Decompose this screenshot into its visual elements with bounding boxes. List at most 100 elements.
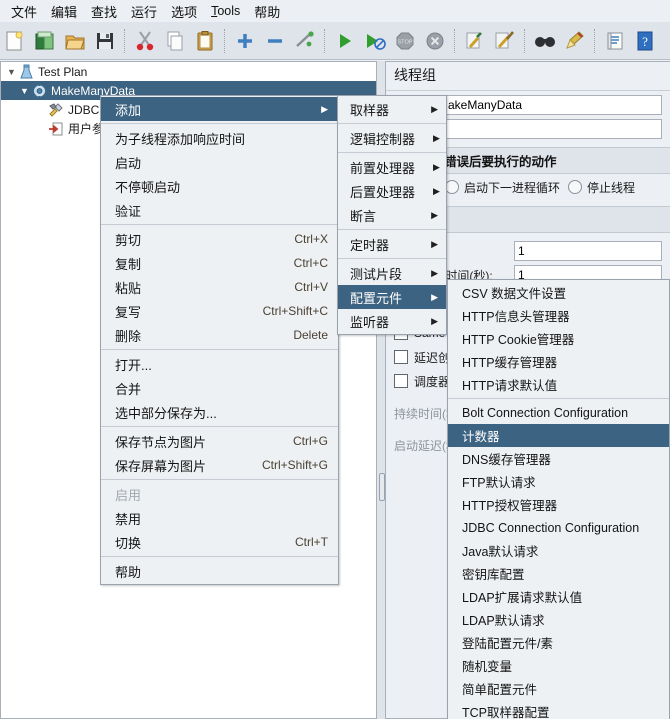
submenu-item-timer[interactable]: 定时器 ▶ xyxy=(338,232,446,256)
svg-text:STOP: STOP xyxy=(397,39,412,45)
shutdown-icon[interactable] xyxy=(420,25,450,57)
menu-options[interactable]: 选项 xyxy=(164,0,204,23)
config-item-label: 密钥库配置 xyxy=(462,568,525,582)
submenu-item-test-fragment[interactable]: 测试片段 ▶ xyxy=(338,261,446,285)
config-item-keystore-configuration[interactable]: 密钥库配置 xyxy=(448,562,669,585)
templates-icon[interactable] xyxy=(30,25,60,57)
start-no-pause-icon[interactable] xyxy=(360,25,390,57)
jdbc-config-icon xyxy=(48,102,65,118)
config-item-csv-data-set[interactable]: CSV 数据文件设置 xyxy=(448,281,669,304)
menu-item-validate[interactable]: 验证 xyxy=(101,198,338,222)
save-icon[interactable] xyxy=(90,25,120,57)
radio-stop-thread-label: 停止线程 xyxy=(587,180,636,195)
paste-icon[interactable] xyxy=(190,25,220,57)
menu-item-label: 复写 xyxy=(115,304,142,320)
open-icon[interactable] xyxy=(60,25,90,57)
user-parameters-icon xyxy=(48,121,65,137)
menu-edit[interactable]: 编辑 xyxy=(44,0,84,23)
menu-item-save-as[interactable]: 选中部分保存为... xyxy=(101,400,338,424)
config-item-simple-config-element[interactable]: 简单配置元件 xyxy=(448,677,669,700)
config-item-ldap-request-defaults[interactable]: LDAP默认请求 xyxy=(448,608,669,631)
chevron-right-icon: ▶ xyxy=(433,132,440,143)
tree-context-menu[interactable]: 添加 ▶ 为子线程添加响应时间 启动 不停顿启动 验证 剪切 Ctrl+X 复制 C… xyxy=(100,95,339,585)
submenu-item-label: 后置处理器 xyxy=(350,184,416,200)
submenu-item-config-element[interactable]: 配置元件 ▶ xyxy=(338,285,446,309)
toggle-icon[interactable] xyxy=(290,25,320,57)
menu-item-label: 添加 xyxy=(115,102,142,118)
radio-stop-thread[interactable] xyxy=(568,180,583,194)
menu-item-help[interactable]: 帮助 xyxy=(101,559,338,583)
help-icon[interactable]: ? xyxy=(630,25,660,57)
search-icon[interactable] xyxy=(530,25,560,57)
collapse-all-icon[interactable] xyxy=(260,25,290,57)
menu-item-merge[interactable]: 合并 xyxy=(101,376,338,400)
menu-item-paste[interactable]: 粘贴 Ctrl+V xyxy=(101,275,338,299)
config-item-random-variable[interactable]: 随机变量 xyxy=(448,654,669,677)
stop-icon[interactable]: STOP xyxy=(390,25,420,57)
menu-item-duplicate[interactable]: 复写 Ctrl+Shift+C xyxy=(101,299,338,323)
field-num-threads[interactable]: 1 xyxy=(514,241,662,261)
checkbox-scheduler[interactable] xyxy=(394,374,408,388)
submenu-item-sampler[interactable]: 取样器 ▶ xyxy=(338,97,446,121)
submenu-item-logic-controller[interactable]: 逻辑控制器 ▶ xyxy=(338,126,446,150)
new-icon[interactable] xyxy=(0,25,30,57)
config-item-jdbc-connection[interactable]: JDBC Connection Configuration xyxy=(448,516,669,539)
menu-item-accel: Ctrl+V xyxy=(294,280,328,294)
clear-icon[interactable] xyxy=(460,25,490,57)
expand-all-icon[interactable] xyxy=(230,25,260,57)
radio-start-next-loop[interactable] xyxy=(445,180,460,194)
submenu-item-listener[interactable]: 监听器 ▶ xyxy=(338,309,446,333)
start-icon[interactable] xyxy=(330,25,360,57)
config-item-dns-cache-manager[interactable]: DNS缓存管理器 xyxy=(448,447,669,470)
menu-help[interactable]: 帮助 xyxy=(247,0,287,23)
menu-tools[interactable]: Tools xyxy=(204,2,247,20)
menu-separator xyxy=(101,556,338,557)
menu-item-disable[interactable]: 禁用 xyxy=(101,506,338,530)
config-item-http-request-defaults[interactable]: HTTP请求默认值 xyxy=(448,373,669,396)
submenu-item-post-processor[interactable]: 后置处理器 ▶ xyxy=(338,179,446,203)
comment-input[interactable] xyxy=(434,119,662,139)
menu-item-remove[interactable]: 删除 Delete xyxy=(101,323,338,347)
submenu-item-pre-processor[interactable]: 前置处理器 ▶ xyxy=(338,155,446,179)
menu-item-save-node-as-image[interactable]: 保存节点为图片 Ctrl+G xyxy=(101,429,338,453)
menu-item-save-screen-as-image[interactable]: 保存屏幕为图片 Ctrl+Shift+G xyxy=(101,453,338,477)
twisty-icon[interactable]: ▼ xyxy=(18,86,31,96)
tree-node-test-plan[interactable]: ▼ Test Plan xyxy=(1,62,376,81)
menu-item-start[interactable]: 启动 xyxy=(101,150,338,174)
menu-item-start-no-pauses[interactable]: 不停顿启动 xyxy=(101,174,338,198)
clear-all-icon[interactable] xyxy=(490,25,520,57)
config-item-bolt-connection[interactable]: Bolt Connection Configuration xyxy=(448,401,669,424)
add-submenu[interactable]: 取样器 ▶ 逻辑控制器 ▶ 前置处理器 ▶ 后置处理器 ▶ 断言 ▶ 定时器 ▶… xyxy=(337,95,447,335)
config-item-java-request-defaults[interactable]: Java默认请求 xyxy=(448,539,669,562)
reset-search-icon[interactable] xyxy=(560,25,590,57)
menu-item-toggle[interactable]: 切换 Ctrl+T xyxy=(101,530,338,554)
config-item-ftp-request-defaults[interactable]: FTP默认请求 xyxy=(448,470,669,493)
config-item-http-cache-manager[interactable]: HTTP缓存管理器 xyxy=(448,350,669,373)
checkbox-delayed-start[interactable] xyxy=(394,350,408,364)
submenu-item-label: 监听器 xyxy=(350,314,390,330)
config-item-http-cookie-manager[interactable]: HTTP Cookie管理器 xyxy=(448,327,669,350)
menu-item-open[interactable]: 打开... xyxy=(101,352,338,376)
config-item-http-auth-manager[interactable]: HTTP授权管理器 xyxy=(448,493,669,516)
config-item-http-header-manager[interactable]: HTTP信息头管理器 xyxy=(448,304,669,327)
function-helper-icon[interactable] xyxy=(600,25,630,57)
cut-icon[interactable] xyxy=(130,25,160,57)
menu-item-add[interactable]: 添加 ▶ xyxy=(101,97,338,121)
menu-file[interactable]: 文件 xyxy=(4,0,44,23)
config-item-counter[interactable]: 计数器 xyxy=(448,424,669,447)
menu-item-label: 删除 xyxy=(115,328,142,344)
menu-item-copy[interactable]: 复制 Ctrl+C xyxy=(101,251,338,275)
tree-node-label: 用户参 xyxy=(68,122,105,136)
menu-item-add-think-times[interactable]: 为子线程添加响应时间 xyxy=(101,126,338,150)
twisty-icon[interactable]: ▼ xyxy=(5,67,18,77)
menu-item-cut[interactable]: 剪切 Ctrl+X xyxy=(101,227,338,251)
config-item-ldap-ext-request-defaults[interactable]: LDAP扩展请求默认值 xyxy=(448,585,669,608)
config-item-tcp-sampler-config[interactable]: TCP取样器配置 xyxy=(448,700,669,719)
menu-run[interactable]: 运行 xyxy=(124,0,164,23)
copy-icon[interactable] xyxy=(160,25,190,57)
menu-search[interactable]: 查找 xyxy=(84,0,124,23)
config-element-submenu[interactable]: CSV 数据文件设置 HTTP信息头管理器 HTTP Cookie管理器 HTT… xyxy=(447,279,670,719)
name-input[interactable]: MakeManyData xyxy=(434,95,662,115)
config-item-login-config-element[interactable]: 登陆配置元件/素 xyxy=(448,631,669,654)
submenu-item-assertion[interactable]: 断言 ▶ xyxy=(338,203,446,227)
